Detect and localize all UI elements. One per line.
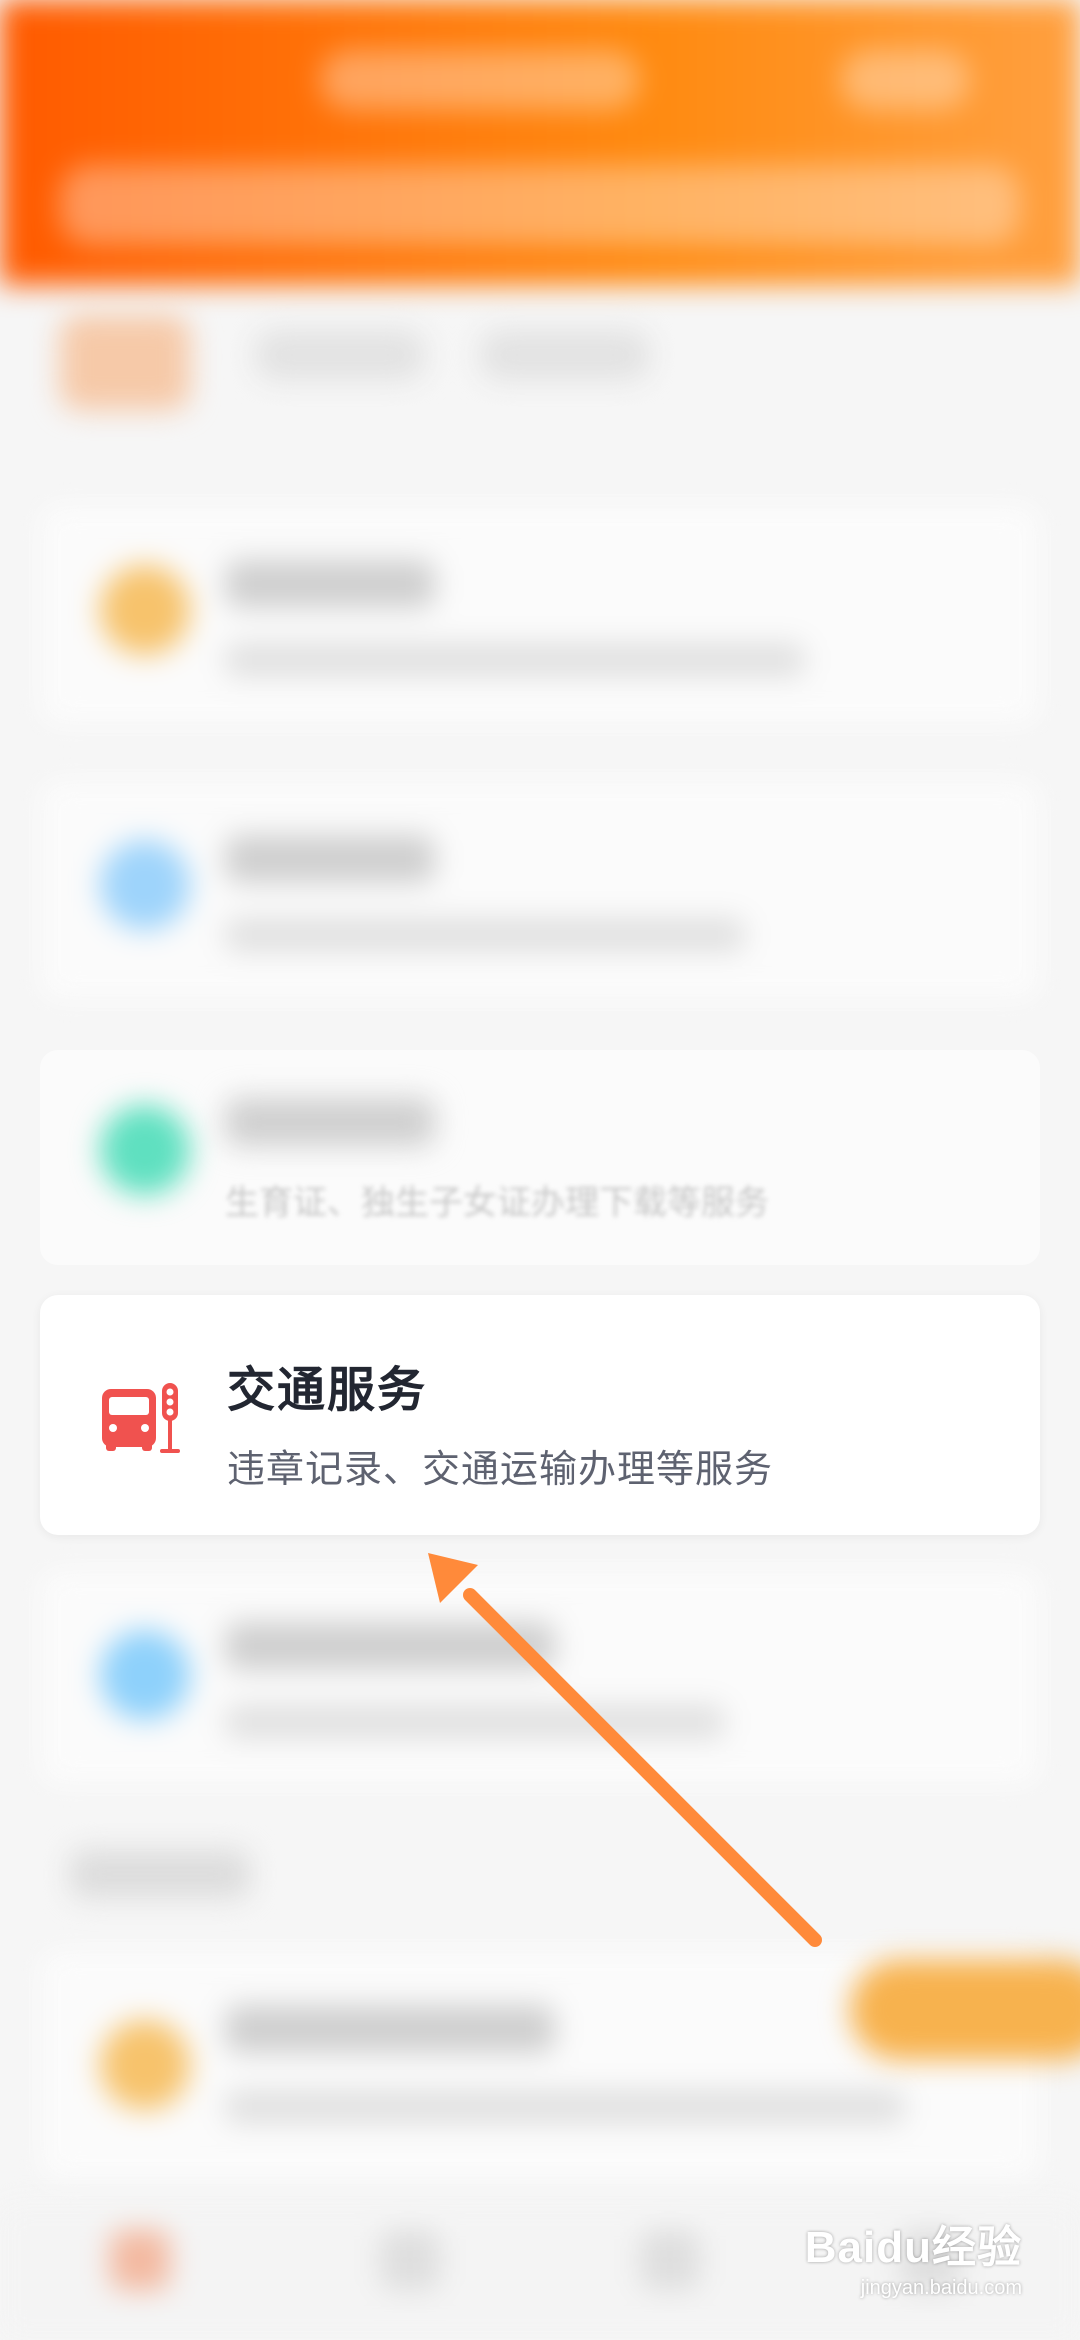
- category-tabs: [0, 290, 1080, 430]
- list-item-icon: [100, 2020, 190, 2110]
- list-item-4[interactable]: [40, 1570, 1040, 1785]
- traffic-service-description: 违章记录、交通运输办理等服务: [227, 1449, 774, 1491]
- traffic-service-title: 交通服务: [227, 1364, 428, 1417]
- tab-icon-placeholder[interactable]: [60, 315, 190, 410]
- list-item-icon: [100, 565, 190, 655]
- header-title-placeholder: [320, 50, 640, 110]
- watermark-brand: Baidu经验: [804, 2223, 1022, 2272]
- baidu-watermark: Baidu经验 jingyan.baidu.com: [805, 2211, 1022, 2300]
- tab-placeholder-2[interactable]: [480, 330, 650, 380]
- list-item-title-placeholder: [225, 1098, 435, 1146]
- watermark-url: jingyan.baidu.com: [860, 2277, 1022, 2299]
- nav-item-home-icon[interactable]: [110, 2230, 170, 2290]
- header-bar: [0, 0, 1080, 285]
- list-item-icon: [100, 1105, 190, 1195]
- search-bar[interactable]: [60, 165, 1020, 245]
- header-action-placeholder[interactable]: [840, 50, 970, 110]
- floating-action-button[interactable]: [850, 1960, 1080, 2060]
- list-item-title-placeholder: [225, 835, 435, 883]
- list-item-title-placeholder: [225, 2005, 555, 2053]
- list-item-family[interactable]: 生育证、独生子女证办理下载等服务: [40, 1050, 1040, 1265]
- list-item-desc-placeholder: [225, 643, 805, 677]
- traffic-service-card[interactable]: 交通服务 违章记录、交通运输办理等服务: [40, 1295, 1040, 1535]
- list-item-icon: [100, 840, 190, 930]
- family-service-desc: 生育证、独生子女证办理下载等服务: [225, 1184, 769, 1222]
- list-item-2[interactable]: [40, 780, 1040, 1000]
- bus-traffic-light-icon: [102, 1383, 180, 1453]
- list-item-icon: [100, 1630, 190, 1720]
- list-item-title-placeholder: [225, 1622, 555, 1670]
- tab-placeholder-1[interactable]: [255, 330, 425, 380]
- list-item-desc-placeholder: [225, 1705, 725, 1739]
- list-item-desc-placeholder: [225, 2090, 905, 2124]
- nav-item-3-icon[interactable]: [640, 2230, 700, 2290]
- section-heading-placeholder: [70, 1850, 250, 1898]
- nav-item-2-icon[interactable]: [380, 2230, 440, 2290]
- list-item-1[interactable]: [40, 505, 1040, 725]
- list-item-title-placeholder: [225, 560, 435, 608]
- list-item-desc-placeholder: [225, 918, 745, 952]
